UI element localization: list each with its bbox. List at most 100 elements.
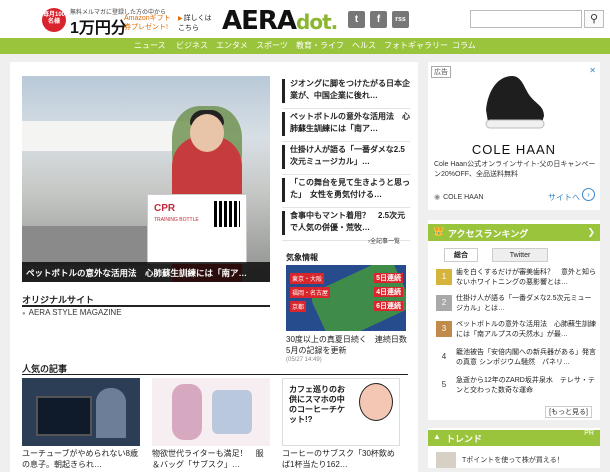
ad-description: Cole Haan公式オンラインサイト-父の日キャンペーン20%OFF、全品送料… (434, 161, 596, 178)
nav-item-column[interactable]: コラム (452, 40, 476, 51)
all-articles-label: 全記事一覧 (370, 239, 401, 245)
section-divider (22, 305, 270, 307)
nav-item-entertainment[interactable]: エンタメ (216, 40, 248, 51)
promo-detail-link[interactable]: 詳しくはこちら (178, 14, 218, 33)
popular-thumbnail (22, 378, 140, 446)
ad-brand-title: COLE HAAN (471, 142, 557, 157)
close-icon[interactable]: ✕ (589, 66, 596, 75)
weather-city: 福岡・名古屋 (290, 287, 331, 298)
sign-title: CPR (154, 203, 176, 214)
search-input[interactable] (470, 10, 582, 28)
sign-subtitle: TRAINING BOTTLE (154, 217, 199, 223)
popular-card[interactable]: ユーチューブがやめられない8歳の息子。朝起きられ… (22, 378, 140, 472)
ranking-more-link[interactable]: [もっと見る] (545, 406, 592, 418)
qr-code-icon (214, 201, 240, 227)
main-nav: ニュース ビジネス エンタメ スポーツ 教育・ライフ ヘルス フォトギャラリー … (0, 38, 610, 54)
monitor-shape (36, 396, 92, 436)
shoe-sole (485, 119, 545, 129)
ad-label: 広告 (431, 66, 451, 78)
weather-map[interactable]: 東京・大阪 福岡・名古屋 京都 5日連続 4日連続 6日連続 (286, 265, 406, 331)
access-ranking: アクセスランキング 総合 Twitter 1 歯を白くするだけが審美歯科？ 意外… (428, 220, 600, 420)
facebook-icon[interactable]: f (370, 11, 387, 28)
ranking-item[interactable]: 2 仕掛け人が語る「一番ダメな2.5次元ミュージカル」とは… (436, 294, 596, 319)
weather-days: 6日連続 (374, 301, 403, 311)
logo-main: AERA (222, 6, 297, 36)
rank-number: 4 (441, 352, 447, 361)
shoe-image (485, 76, 545, 129)
logo-dot: dot. (296, 10, 338, 34)
rss-icon[interactable]: rss (392, 11, 409, 28)
all-articles-link[interactable]: ›全記事一覧 (368, 236, 400, 245)
trend-thumbnail[interactable] (436, 452, 456, 468)
ranking-text: 歯を白くするだけが審美歯科？ 意外と知らないホワイトニングの悪影響とは… (456, 269, 596, 286)
headline-item[interactable]: ジオングに脚をつけたがる日本企業が、中国企業に後れ… (282, 76, 410, 109)
popular-thumbnail (152, 378, 270, 446)
cpr-sign: CPR TRAINING BOTTLE (147, 194, 247, 264)
ranking-item[interactable]: 5 急逝から12年のZARD坂井泉水 テレサ・テンと交わった数奇な運命 (436, 376, 596, 401)
hero-photo[interactable]: CPR TRAINING BOTTLE ペットボトルの意外な活用法 心肺蘇生訓練… (22, 76, 270, 282)
shoe-upper (486, 76, 544, 122)
illustration-shape (212, 390, 252, 434)
ad-site-link[interactable]: サイトへ (548, 192, 580, 203)
trend-item[interactable]: Tポイントを使って株が買える！ (462, 455, 564, 465)
main-content: CPR TRAINING BOTTLE ペットボトルの意外な活用法 心肺蘇生訓練… (10, 62, 418, 472)
headline-list: ジオングに脚をつけたがる日本企業が、中国企業に後れ… ペットボトルの意外な活用法… (282, 76, 410, 241)
cartoon-face-shape (359, 383, 393, 421)
hero-caption[interactable]: ペットボトルの意外な活用法 心肺蘇生訓練には「南ア… (22, 262, 270, 282)
chevron-right-icon[interactable]: › (582, 188, 595, 201)
promo-badge[interactable]: 毎月100名様 (42, 8, 66, 32)
ranking-text: ペットボトルの意外な活用法 心肺蘇生訓練には「南アルプスの天然水」が最… (456, 321, 596, 338)
head-shape (190, 114, 224, 152)
illustration-shape (172, 384, 202, 440)
promo-amount[interactable]: 1万円分 (70, 14, 127, 38)
tab-twitter[interactable]: Twitter (492, 248, 548, 262)
ranking-item[interactable]: 3 ペットボトルの意外な活用法 心肺蘇生訓練には「南アルプスの天然水」が最… (436, 320, 596, 345)
search-button[interactable]: ⚲ (584, 10, 604, 28)
weather-city: 京都 (290, 301, 307, 312)
nav-item-photo-gallery[interactable]: フォトギャラリー (384, 40, 448, 51)
nav-item-education-life[interactable]: 教育・ライフ (296, 40, 344, 51)
popular-title: 物欲世代ライターも満足！ 服＆バッグ「サブスク」… (152, 449, 264, 469)
ad-advertiser: COLE HAAN (434, 193, 483, 201)
nav-item-sports[interactable]: スポーツ (256, 40, 288, 51)
ranking-heading[interactable]: アクセスランキング (428, 224, 600, 241)
ranking-item[interactable]: 1 歯を白くするだけが審美歯科？ 意外と知らないホワイトニングの悪影響とは… (436, 268, 596, 293)
tab-overall[interactable]: 総合 (444, 248, 478, 262)
twitter-icon[interactable]: t (348, 11, 365, 28)
thumbnail-overlay-text: カフェ巡りのお供にスマホの中のコーヒーチケット!? (289, 385, 345, 424)
popular-card[interactable]: カフェ巡りのお供にスマホの中のコーヒーチケット!? コーヒーのサブスク「30杯飲… (282, 378, 400, 472)
popular-title: コーヒーのサブスク「30杯飲めば1杯当たり162… (282, 449, 395, 469)
nav-item-business[interactable]: ビジネス (176, 40, 208, 51)
popular-title: ユーチューブがやめられない8歳の息子。朝起きられ… (22, 449, 138, 469)
nav-item-news[interactable]: ニュース (134, 40, 166, 51)
weather-timestamp: (05/27 14:49) (286, 357, 322, 363)
original-site-link[interactable]: AERA STYLE MAGAZINE (22, 308, 122, 317)
popular-card[interactable]: 物欲世代ライターも満足！ 服＆バッグ「サブスク」… (152, 378, 270, 472)
rank-number: 1 (436, 269, 452, 285)
ranking-text: 籠池被告「安倍内閣への新兵器がある」発言の真意 シンポジウム騒然 パネリ… (456, 349, 596, 366)
headline-item[interactable]: 仕掛け人が語る「一番ダメな2.5次元ミュージカル」… (282, 142, 410, 175)
site-logo[interactable]: AERAdot. (222, 6, 338, 36)
child-shape (96, 388, 126, 438)
trend-section: トレンド PR Tポイントを使って株が買える！ (428, 428, 600, 468)
weather-city: 東京・大阪 (290, 273, 325, 284)
rank-number: 2 (436, 295, 452, 311)
rank-number: 3 (436, 321, 452, 337)
weather-headline[interactable]: 30度以上の真夏日続く 連続日数 5月の記録を更新 (286, 334, 415, 356)
pr-badge: PR (584, 430, 594, 437)
sidebar-ad[interactable]: 広告 ✕ COLE HAAN Cole Haan公式オンラインサイト-父の日キャ… (428, 62, 600, 210)
search-icon: ⚲ (589, 13, 599, 25)
ranking-text: 仕掛け人が語る「一番ダメな2.5次元ミュージカル」とは… (456, 295, 592, 312)
nav-item-health[interactable]: ヘルス (352, 40, 376, 51)
popular-thumbnail: カフェ巡りのお供にスマホの中のコーヒーチケット!? (282, 378, 400, 446)
headline-item[interactable]: ペットボトルの意外な活用法 心肺蘇生訓練には「南ア… (282, 109, 410, 142)
ranking-item[interactable]: 4 籠池被告「安倍内閣への新兵器がある」発言の真意 シンポジウム騒然 パネリ… (436, 348, 596, 373)
promo-gift-text[interactable]: Amazonギフト券プレゼント! (124, 14, 174, 32)
section-divider (22, 374, 408, 375)
trend-heading[interactable]: トレンド (428, 430, 600, 446)
ranking-text: 急逝から12年のZARD坂井泉水 テレサ・テンと交わった数奇な運命 (456, 377, 595, 394)
table-shape (22, 226, 152, 266)
headline-item[interactable]: 「この舞台を見て生きようと思った」 女性を勇気付ける… (282, 175, 410, 208)
site-header: 毎月100名様 無料メルマガに登録した方の中から 1万円分 Amazonギフト券… (0, 0, 610, 38)
weather-days: 4日連続 (374, 287, 403, 297)
